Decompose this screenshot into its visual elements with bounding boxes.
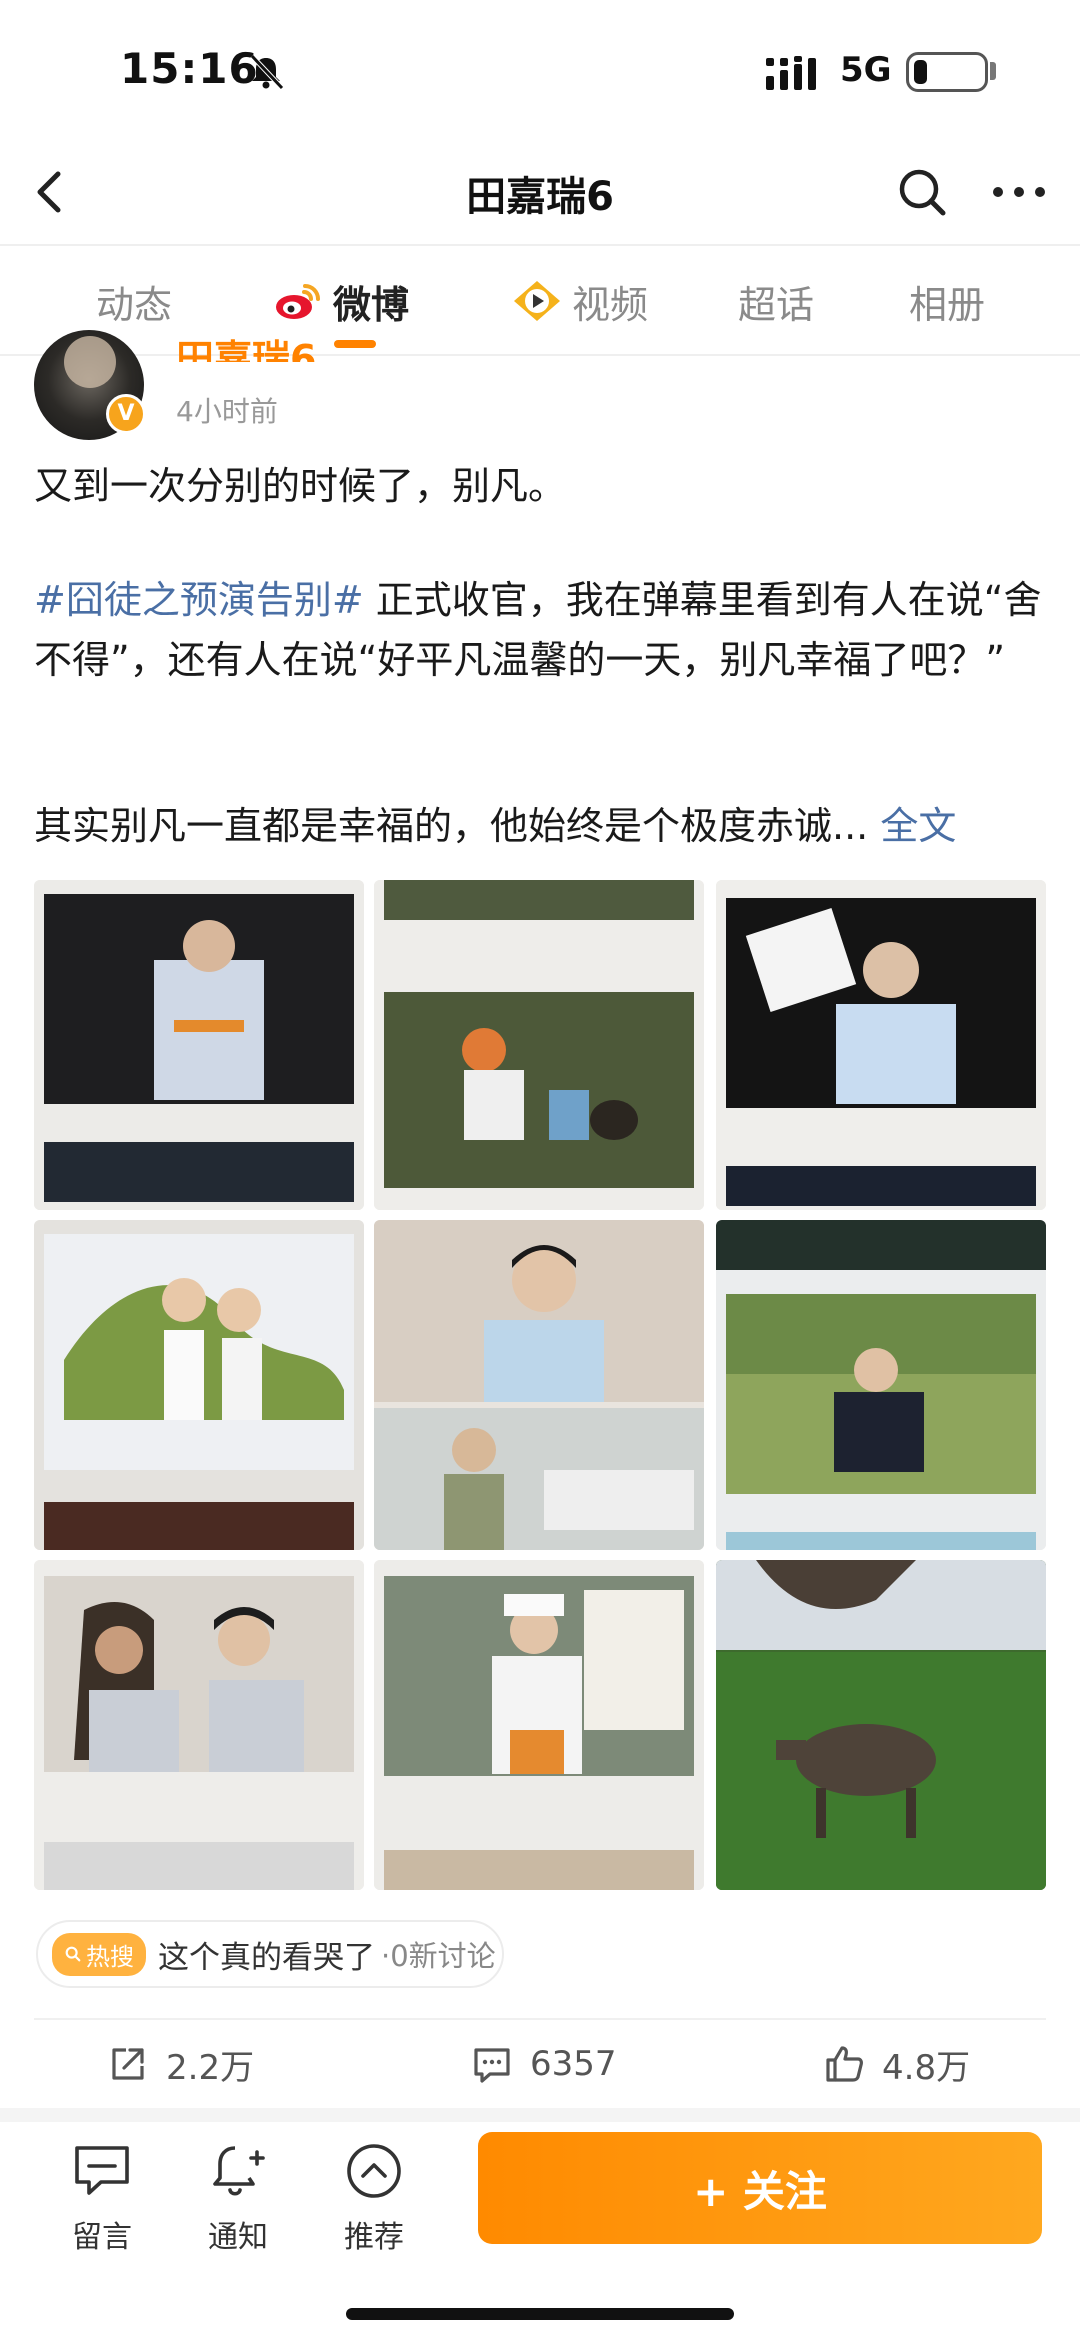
home-indicator[interactable]: [346, 2308, 734, 2320]
photo-polaroid: [716, 880, 1046, 1210]
tab-label: 相册: [908, 282, 985, 327]
post-text-paragraph2: #囧徒之预演告别# 正式收官，我在弹幕里看到有人在说“舍不得”，还有人在说“好平…: [34, 570, 1044, 690]
comment-icon: [474, 2048, 510, 2083]
battery-level: [914, 60, 927, 84]
post-text-preview: 其实别凡一直都是幸福的，他始终是个极度赤诚...: [34, 804, 869, 848]
nav-bar: 田嘉瑞6: [0, 140, 1080, 244]
signal-icon: [766, 56, 816, 90]
hot-search-pill[interactable]: 热搜 这个真的看哭了 ·0新讨论: [36, 1920, 504, 1988]
image-thumbnail[interactable]: [716, 1560, 1046, 1890]
video-icon: [513, 281, 560, 321]
image-thumbnail[interactable]: [34, 1220, 364, 1550]
like-count: 4.8万: [882, 2047, 971, 2088]
post-author[interactable]: 田嘉瑞6: [176, 328, 316, 362]
recommend-label: 推荐: [344, 2220, 404, 2255]
image-thumbnail[interactable]: [34, 880, 364, 1210]
message-label: 留言: [72, 2220, 132, 2255]
battery-tip: [990, 62, 996, 80]
status-time: 15:16: [120, 44, 259, 93]
active-tab-indicator: [334, 340, 376, 348]
tab-label: 微博: [332, 282, 409, 327]
image-grid: [34, 880, 1046, 1890]
like-button[interactable]: 4.8万: [822, 2034, 970, 2094]
battery-icon: [906, 52, 988, 92]
image-thumbnail[interactable]: [374, 1560, 704, 1890]
divider: [34, 2018, 1046, 2020]
tab-label: 超话: [737, 282, 814, 327]
full-text-link[interactable]: 全文: [880, 804, 956, 848]
verified-badge-icon: V: [106, 394, 146, 434]
thumbs-up-icon: [826, 2046, 863, 2082]
photo-polaroid: [374, 880, 704, 1210]
photo-polaroid: [34, 880, 364, 1210]
weibo-icon: [275, 284, 320, 319]
bell-plus-icon: [213, 2146, 265, 2196]
notify-label: 通知: [208, 2220, 268, 2255]
hot-search-text: 这个真的看哭了: [158, 1939, 375, 1976]
photo-polaroid: [374, 1560, 704, 1890]
notify-button[interactable]: 通知: [178, 2140, 298, 2270]
message-button[interactable]: 留言: [42, 2140, 162, 2270]
image-thumbnail[interactable]: [374, 1220, 704, 1550]
tab-label: 动态: [95, 282, 172, 327]
profile-tabs: 动态 微博 视频 超话 相册: [0, 244, 1080, 356]
avatar-image: [64, 336, 116, 388]
section-gap: [0, 2108, 1080, 2122]
follow-button[interactable]: + 关注: [478, 2132, 1042, 2244]
bottom-toolbar: 留言 通知 推荐 + 关注: [0, 2122, 1080, 2340]
tab-video[interactable]: 视频: [500, 246, 660, 356]
topic-link[interactable]: #囧徒之预演告别#: [34, 578, 364, 622]
image-thumbnail[interactable]: [716, 880, 1046, 1210]
more-icon[interactable]: [984, 160, 1054, 224]
bell-muted-icon: [250, 54, 284, 90]
hot-search-tag-label: 热搜: [86, 1942, 134, 1971]
back-arrow-icon[interactable]: [18, 158, 86, 226]
post-time: 4小时前: [176, 395, 278, 428]
repost-count: 2.2万: [166, 2047, 255, 2088]
tab-super-topic[interactable]: 超话: [716, 246, 836, 356]
image-thumbnail[interactable]: [716, 1220, 1046, 1550]
search-icon: [65, 1946, 81, 1962]
tab-album[interactable]: 相册: [886, 246, 1008, 356]
image-thumbnail[interactable]: [34, 1560, 364, 1890]
comment-count: 6357: [530, 2044, 617, 2084]
status-bar: 15:16 5G: [0, 0, 1080, 140]
photo-polaroid: [374, 1220, 704, 1550]
hot-search-sub: ·0新讨论: [381, 1939, 496, 1973]
post-text-line1: 又到一次分别的时候了，别凡。: [34, 464, 567, 508]
tab-label: 视频: [571, 282, 648, 327]
photo-polaroid: [34, 1560, 364, 1890]
photo-polaroid: [34, 1220, 364, 1550]
network-label: 5G: [840, 50, 892, 90]
search-icon[interactable]: [890, 160, 954, 224]
chevron-up-circle-icon: [347, 2144, 401, 2198]
photo-polaroid: [716, 1220, 1046, 1550]
message-icon: [75, 2146, 129, 2195]
post-text-paragraph3: 其实别凡一直都是幸福的，他始终是个极度赤诚... 全文: [34, 796, 1044, 856]
image-thumbnail[interactable]: [374, 880, 704, 1210]
repost-button[interactable]: 2.2万: [106, 2034, 254, 2094]
photo-polaroid: [716, 1560, 1046, 1890]
comment-button[interactable]: 6357: [470, 2034, 617, 2094]
repost-icon: [112, 2048, 144, 2080]
hot-search-tag: 热搜: [52, 1932, 146, 1976]
recommend-button[interactable]: 推荐: [314, 2140, 434, 2270]
